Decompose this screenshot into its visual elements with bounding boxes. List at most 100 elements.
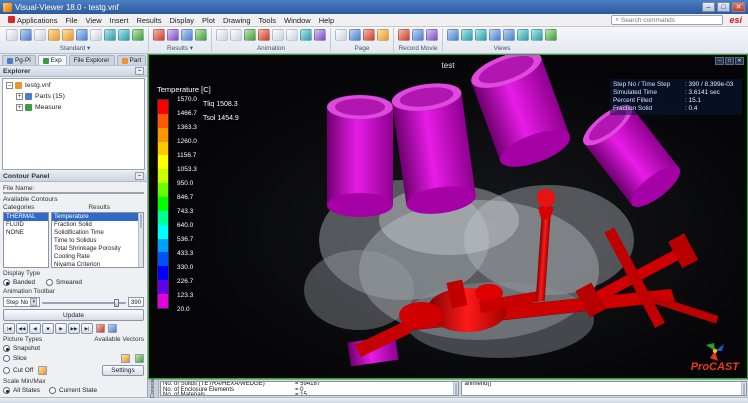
tree-item-parts[interactable]: + Parts (15) [13,91,144,102]
fast-forward-button[interactable]: ▶▶ [68,323,80,334]
search-input[interactable] [621,17,711,24]
fit-view-icon[interactable] [545,29,557,41]
first-frame-button[interactable]: |◀ [3,323,15,334]
contour-icon[interactable] [167,29,179,41]
load-results-icon[interactable] [153,29,165,41]
pause-icon[interactable] [258,29,270,41]
close-button[interactable]: ✕ [732,2,745,12]
last-frame-button[interactable]: ▶| [81,323,93,334]
save-icon[interactable] [20,29,32,41]
bottom-view-icon[interactable] [503,29,515,41]
record-icon[interactable] [398,29,410,41]
category-none[interactable]: NONE [4,229,48,237]
movie-settings-icon[interactable] [426,29,438,41]
expand-icon[interactable]: + [16,93,23,100]
first-frame-icon[interactable] [216,29,228,41]
stop-button[interactable]: ■ [42,323,54,334]
result-solidification-time[interactable]: Solidification Time [52,229,143,237]
command-output[interactable]: animend() [461,381,747,396]
new-page-icon[interactable] [335,29,347,41]
tab-file-explorer[interactable]: File Explorer [69,55,115,65]
paste-icon[interactable] [90,29,102,41]
loop-icon[interactable] [300,29,312,41]
banded-radio[interactable] [3,279,10,286]
contour-collapse-button[interactable]: – [135,172,144,180]
category-thermal[interactable]: THERMAL [4,213,48,221]
next-frame-icon[interactable] [272,29,284,41]
menu-window[interactable]: Window [280,16,315,25]
toolbar-group-results-label[interactable]: Results ▾ [152,45,208,53]
menu-applications[interactable]: Applications [4,16,61,25]
animation-settings-icon[interactable] [314,29,326,41]
settings-button[interactable]: Settings [102,365,144,376]
open-icon[interactable] [6,29,18,41]
result-niyama[interactable]: Niyama Criterion [52,261,143,268]
probe-icon[interactable] [195,29,207,41]
result-cooling-rate[interactable]: Cooling Rate [52,253,143,261]
step-slider[interactable] [42,298,126,307]
explorer-collapse-button[interactable]: – [135,67,144,75]
step-no-combo[interactable]: Step No▾ [3,297,40,307]
collapse-icon[interactable]: – [6,82,13,89]
step-slider-thumb[interactable] [114,299,119,307]
tab-part[interactable]: Part [117,55,147,65]
right-view-icon[interactable] [531,29,543,41]
snapshot-icon[interactable] [412,29,424,41]
menu-plot[interactable]: Plot [198,16,219,25]
rewind-button[interactable]: ◀◀ [16,323,28,334]
maximize-button[interactable]: □ [717,2,730,12]
menu-insert[interactable]: Insert [106,16,133,25]
import-icon[interactable] [48,29,60,41]
previous-frame-icon[interactable] [230,29,242,41]
result-fraction-solid[interactable]: Fraction Solid [52,221,143,229]
record-movie-icon[interactable] [96,324,105,333]
front-view-icon[interactable] [461,29,473,41]
refresh-icon[interactable] [132,29,144,41]
copy-icon[interactable] [76,29,88,41]
step-value[interactable]: 390 [128,297,144,307]
result-time-to-solidus[interactable]: Time to Solidus [52,237,143,245]
page-setup-icon[interactable] [377,29,389,41]
menu-results[interactable]: Results [132,16,165,25]
print-icon[interactable] [34,29,46,41]
iso-view-icon[interactable] [447,29,459,41]
menu-file[interactable]: File [61,16,81,25]
redo-icon[interactable] [118,29,130,41]
minimize-button[interactable]: – [702,2,715,12]
smeared-radio[interactable] [46,279,53,286]
play-icon[interactable] [244,29,256,41]
current-state-radio[interactable] [49,387,56,394]
console-messages[interactable]: No. of Solids (TETRA/HEXA/WEDGE)= 594187… [160,381,459,396]
menu-tools[interactable]: Tools [255,16,281,25]
snapshot-radio[interactable] [3,345,10,352]
export-icon[interactable] [62,29,74,41]
top-view-icon[interactable] [489,29,501,41]
slice-radio[interactable] [3,355,10,362]
viewport-3d[interactable]: – □ ✕ test Temperature [C] [148,54,748,379]
tab-pg-pl[interactable]: Pg-Pl [2,55,36,65]
duplicate-page-icon[interactable] [349,29,361,41]
toolbar-group-standard-label[interactable]: Standard ▾ [5,45,145,53]
last-frame-icon[interactable] [286,29,298,41]
vector-icon[interactable] [181,29,193,41]
update-button[interactable]: Update [3,309,144,321]
slice-icon[interactable] [121,354,130,363]
tree-root[interactable]: – testg.vnf [3,80,144,91]
command-scrollbar[interactable] [741,382,746,395]
menu-drawing[interactable]: Drawing [219,16,255,25]
tab-exp[interactable]: Exp [38,55,67,65]
menu-help[interactable]: Help [315,16,338,25]
cut-off-radio[interactable] [3,367,10,374]
play-button[interactable]: ▶ [55,323,67,334]
menu-display[interactable]: Display [165,16,198,25]
console-scrollbar[interactable] [453,382,458,395]
left-view-icon[interactable] [517,29,529,41]
expand-icon[interactable]: + [16,104,23,111]
back-view-icon[interactable] [475,29,487,41]
category-fluid[interactable]: FLUID [4,221,48,229]
tree-item-measure[interactable]: + Measure [13,102,144,113]
all-states-radio[interactable] [3,387,10,394]
cut-off-icon[interactable] [38,366,47,375]
menu-view[interactable]: View [82,16,106,25]
result-temperature[interactable]: Temperature [52,213,143,221]
